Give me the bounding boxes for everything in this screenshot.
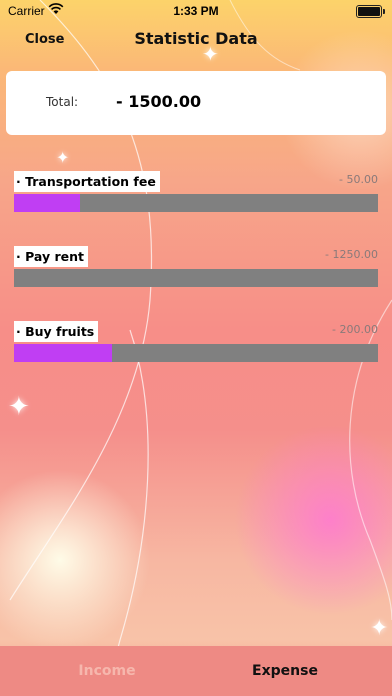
sparkle-icon: ✦ <box>8 392 30 422</box>
expense-bar <box>14 269 378 287</box>
tab-expense[interactable]: Expense <box>178 663 392 679</box>
total-card: Total: - 1500.00 <box>6 71 386 135</box>
expense-bar <box>14 194 378 212</box>
expense-item-label: · Transportation fee <box>14 171 160 192</box>
expense-bar <box>14 344 378 362</box>
expense-bar-fill <box>14 344 113 362</box>
battery-icon <box>356 5 385 18</box>
status-bar: Carrier 1:33 PM <box>0 0 392 22</box>
expense-item: · Transportation fee - 50.00 <box>14 171 378 216</box>
expense-bar-fill <box>14 194 80 212</box>
expense-item-label: · Buy fruits <box>14 321 99 342</box>
expense-item-value: - 200.00 <box>332 323 378 336</box>
sparkle-icon: ✦ <box>56 148 70 167</box>
expense-item: · Pay rent - 1250.00 <box>14 246 378 291</box>
tab-bar: Income Expense <box>0 646 392 696</box>
sparkle-icon: ✦ <box>202 42 219 66</box>
total-value: - 1500.00 <box>116 92 202 111</box>
sparkle-icon: ✦ <box>370 616 389 641</box>
expense-item: · Buy fruits - 200.00 <box>14 321 378 366</box>
page-title: Statistic Data <box>134 29 258 48</box>
expense-item-label: · Pay rent <box>14 246 88 267</box>
total-label: Total: <box>46 95 79 109</box>
expense-item-value: - 50.00 <box>339 173 378 186</box>
status-time: 1:33 PM <box>173 4 219 18</box>
expense-item-value: - 1250.00 <box>325 248 378 261</box>
